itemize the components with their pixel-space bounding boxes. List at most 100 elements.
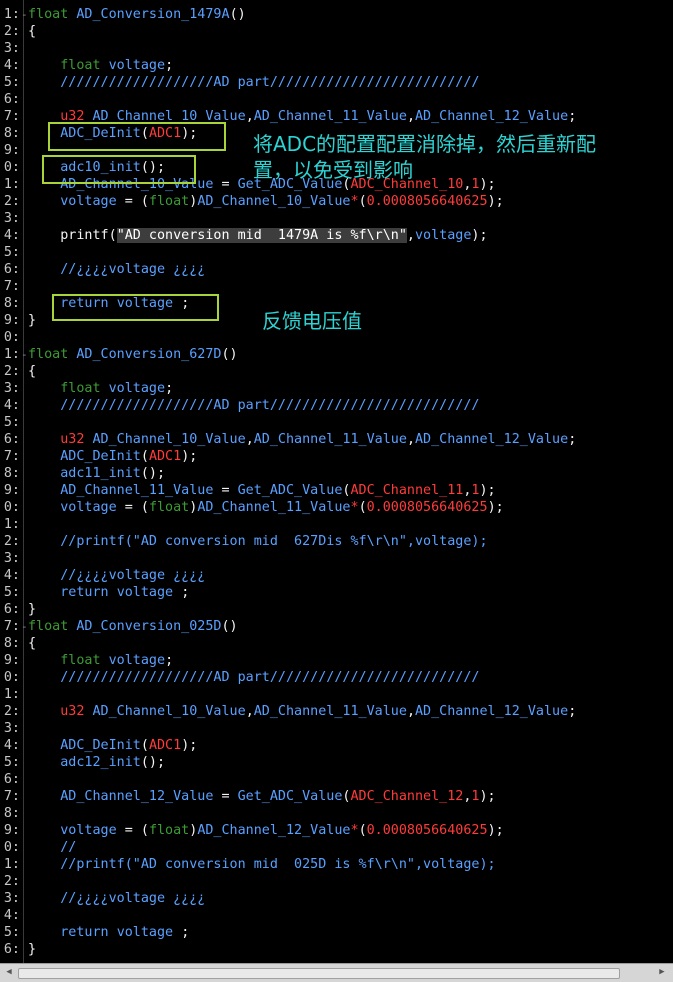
- code-text: ADC_DeInit(ADC1);: [28, 737, 197, 754]
- code-line[interactable]: 0: ///////////////////AD part///////////…: [0, 669, 673, 686]
- code-line[interactable]: 5: return voltage ;: [0, 924, 673, 941]
- code-token: *: [350, 823, 359, 838]
- code-line[interactable]: 6:}: [0, 601, 673, 618]
- code-line[interactable]: 8: {: [0, 635, 673, 652]
- code-token: //¿¿¿¿voltage ¿¿¿¿: [28, 568, 206, 583]
- code-token: AD_Channel_12_Value: [415, 704, 569, 719]
- code-line[interactable]: 9: float voltage;: [0, 652, 673, 669]
- code-line[interactable]: 3: //¿¿¿¿voltage ¿¿¿¿: [0, 890, 673, 907]
- code-line[interactable]: 5: adc12_init();: [0, 754, 673, 771]
- line-number: 0:: [3, 160, 20, 175]
- code-line[interactable]: 5: return voltage ;: [0, 584, 673, 601]
- code-token: voltage: [28, 823, 125, 838]
- code-line[interactable]: 4: ADC_DeInit(ADC1);: [0, 737, 673, 754]
- code-line[interactable]: 9: voltage = (float)AD_Channel_12_Value*…: [0, 822, 673, 839]
- code-line[interactable]: 1: //printf("AD conversion mid 025D is %…: [0, 856, 673, 873]
- code-line[interactable]: 6:: [0, 91, 673, 108]
- code-line[interactable]: 7: ADC_DeInit(ADC1);: [0, 448, 673, 465]
- code-token: AD_Channel_11_Value: [253, 109, 407, 124]
- code-token: voltage: [108, 381, 166, 396]
- scroll-left-arrow-icon[interactable]: ◀: [2, 966, 16, 979]
- code-line[interactable]: 3:: [0, 550, 673, 567]
- annotation-reinit-line1: 将ADC的配置配置消除掉，然后重新配: [253, 132, 597, 156]
- highlight-box-return: [52, 294, 219, 321]
- code-text: AD_Channel_11_Value = Get_ADC_Value(ADC_…: [28, 482, 495, 499]
- code-line[interactable]: 0: voltage = (float)AD_Channel_11_Value*…: [0, 499, 673, 516]
- code-line[interactable]: 8:: [0, 805, 673, 822]
- code-text: {: [28, 23, 36, 40]
- code-line[interactable]: 1:: [0, 516, 673, 533]
- code-line[interactable]: 6:}: [0, 941, 673, 958]
- code-line[interactable]: 7:: [0, 278, 673, 295]
- code-line[interactable]: 2: voltage = (float)AD_Channel_10_Value*…: [0, 193, 673, 210]
- code-line[interactable]: 4:: [0, 907, 673, 924]
- code-line[interactable]: 2:: [0, 873, 673, 890]
- code-line[interactable]: 0: //: [0, 839, 673, 856]
- code-line[interactable]: 7: AD_Channel_12_Value = Get_ADC_Value(A…: [0, 788, 673, 805]
- code-line[interactable]: 5:: [0, 244, 673, 261]
- code-text: //: [28, 839, 76, 856]
- code-text: float voltage;: [28, 380, 173, 397]
- code-line[interactable]: 8: adc11_init();: [0, 465, 673, 482]
- code-line[interactable]: 1:: [0, 686, 673, 703]
- fold-marker-icon[interactable]: -: [21, 346, 28, 363]
- code-token: ,: [245, 704, 254, 719]
- code-line[interactable]: 6: //¿¿¿¿voltage ¿¿¿¿: [0, 261, 673, 278]
- code-line[interactable]: 3: float voltage;: [0, 380, 673, 397]
- code-token: ;: [165, 381, 174, 396]
- line-number: 3:: [3, 891, 20, 906]
- code-token: 0.0008056640625: [366, 823, 488, 838]
- code-line[interactable]: 4: printf("AD conversion mid 1479A is %f…: [0, 227, 673, 244]
- code-token: (: [140, 449, 149, 464]
- scrollbar-thumb[interactable]: [18, 968, 620, 979]
- code-token: );: [487, 194, 504, 209]
- fold-marker-icon[interactable]: -: [21, 618, 28, 635]
- line-number: 2:: [3, 364, 20, 379]
- code-line[interactable]: 1: - float AD_Conversion_627D(): [0, 346, 673, 363]
- code-token: u32: [28, 704, 93, 719]
- code-line[interactable]: 2: {: [0, 23, 673, 40]
- code-line[interactable]: 4: float voltage;: [0, 57, 673, 74]
- code-token: //¿¿¿¿voltage ¿¿¿¿: [28, 262, 206, 277]
- code-line[interactable]: 4: ///////////////////AD part///////////…: [0, 397, 673, 414]
- code-editor[interactable]: 1: - float AD_Conversion_1479A() 2:{3: 4: fl…: [0, 0, 673, 963]
- code-line[interactable]: 7: - float AD_Conversion_025D(): [0, 618, 673, 635]
- code-line[interactable]: 4: //¿¿¿¿voltage ¿¿¿¿: [0, 567, 673, 584]
- code-line[interactable]: 3:: [0, 720, 673, 737]
- highlight-box-adc10-init: [42, 155, 196, 184]
- code-text: AD_Channel_12_Value = Get_ADC_Value(ADC_…: [28, 788, 495, 805]
- code-line[interactable]: 5:: [0, 414, 673, 431]
- line-number: 8:: [3, 126, 20, 141]
- code-token: );: [181, 738, 198, 753]
- code-token: );: [479, 177, 496, 192]
- fold-marker-icon[interactable]: -: [21, 6, 28, 23]
- code-line[interactable]: 6:: [0, 771, 673, 788]
- code-line[interactable]: 5: ///////////////////AD part///////////…: [0, 74, 673, 91]
- code-text: //¿¿¿¿voltage ¿¿¿¿: [28, 567, 205, 584]
- code-line[interactable]: 2: {: [0, 363, 673, 380]
- code-token: ADC_Channel_11: [350, 483, 464, 498]
- code-line[interactable]: 6: u32 AD_Channel_10_Value,AD_Channel_11…: [0, 431, 673, 448]
- code-line[interactable]: 2: //printf("AD conversion mid 627Dis %f…: [0, 533, 673, 550]
- code-line[interactable]: 3:: [0, 40, 673, 57]
- code-text: float AD_Conversion_025D(): [28, 618, 238, 635]
- line-number: 2:: [3, 24, 20, 39]
- code-line[interactable]: 1: - float AD_Conversion_1479A(): [0, 6, 673, 23]
- code-token: float: [28, 653, 109, 668]
- line-number: 2:: [3, 704, 20, 719]
- code-token: (): [221, 619, 238, 634]
- code-token: AD_Channel_11_Value: [197, 500, 351, 515]
- code-token: ,: [406, 228, 415, 243]
- code-token: voltage: [108, 58, 166, 73]
- line-number: 5:: [3, 925, 20, 940]
- code-line[interactable]: 9: AD_Channel_11_Value = Get_ADC_Value(A…: [0, 482, 673, 499]
- code-token: AD_Channel_11_Value: [28, 483, 222, 498]
- code-line[interactable]: 3:: [0, 210, 673, 227]
- horizontal-scrollbar[interactable]: ◀ ▶: [0, 963, 673, 982]
- scroll-right-arrow-icon[interactable]: ▶: [655, 966, 669, 979]
- code-token: ,: [406, 704, 415, 719]
- line-number: 0:: [3, 840, 20, 855]
- code-token: float: [148, 500, 190, 515]
- code-line[interactable]: 2: u32 AD_Channel_10_Value,AD_Channel_11…: [0, 703, 673, 720]
- code-token: AD_Conversion_025D: [76, 619, 222, 634]
